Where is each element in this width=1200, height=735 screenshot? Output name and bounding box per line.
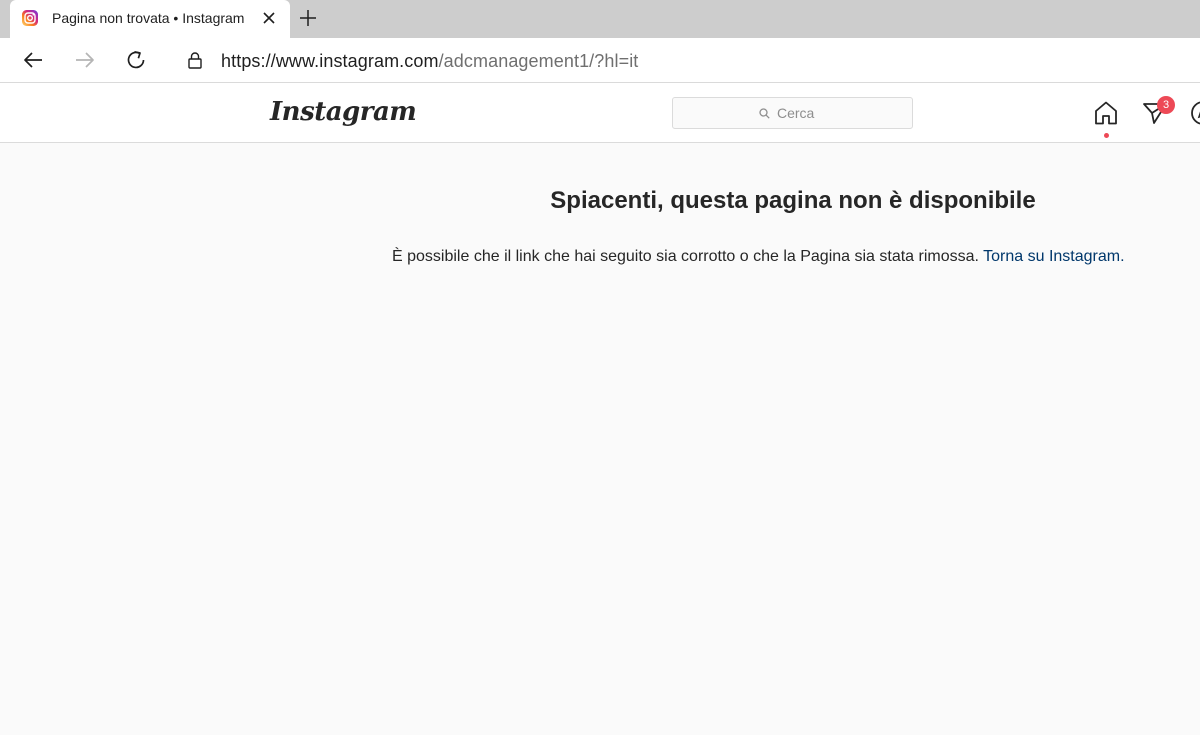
back-arrow-icon[interactable] [22,49,44,71]
url-text: https://www.instagram.com/adcmanagement1… [221,51,638,72]
instagram-favicon-icon [22,10,38,26]
search-icon [759,108,770,119]
back-to-instagram-link[interactable]: Torna su Instagram. [983,248,1124,265]
instagram-header: Instagram Cerca 3 [0,83,1200,143]
instagram-logo[interactable]: Instagram [270,97,417,127]
message-count-badge: 3 [1157,96,1175,114]
lock-icon[interactable] [186,51,204,69]
url-host: https://www.instagram.com [221,51,439,71]
plus-icon[interactable] [298,8,318,28]
forward-arrow-icon[interactable] [74,49,96,71]
url-path: /adcmanagement1/?hl=it [438,51,639,71]
close-icon[interactable] [261,10,277,26]
home-icon[interactable] [1093,100,1119,126]
tab-title: Pagina non trovata • Instagram [52,10,245,26]
address-bar[interactable]: https://www.instagram.com/adcmanagement1… [170,42,1200,78]
error-title: Spiacenti, questa pagina non è disponibi… [550,187,1036,214]
error-message-text: È possibile che il link che hai seguito … [392,248,979,265]
browser-tab[interactable]: Pagina non trovata • Instagram [10,0,290,38]
search-placeholder: Cerca [777,105,815,121]
browser-tabstrip: Pagina non trovata • Instagram [0,0,1200,38]
browser-toolbar: https://www.instagram.com/adcmanagement1… [0,38,1200,83]
error-message: È possibile che il link che hai seguito … [392,248,1125,266]
explore-compass-icon[interactable] [1190,100,1200,126]
search-input[interactable]: Cerca [672,97,913,129]
refresh-icon[interactable] [125,49,147,71]
notification-dot [1104,133,1109,138]
